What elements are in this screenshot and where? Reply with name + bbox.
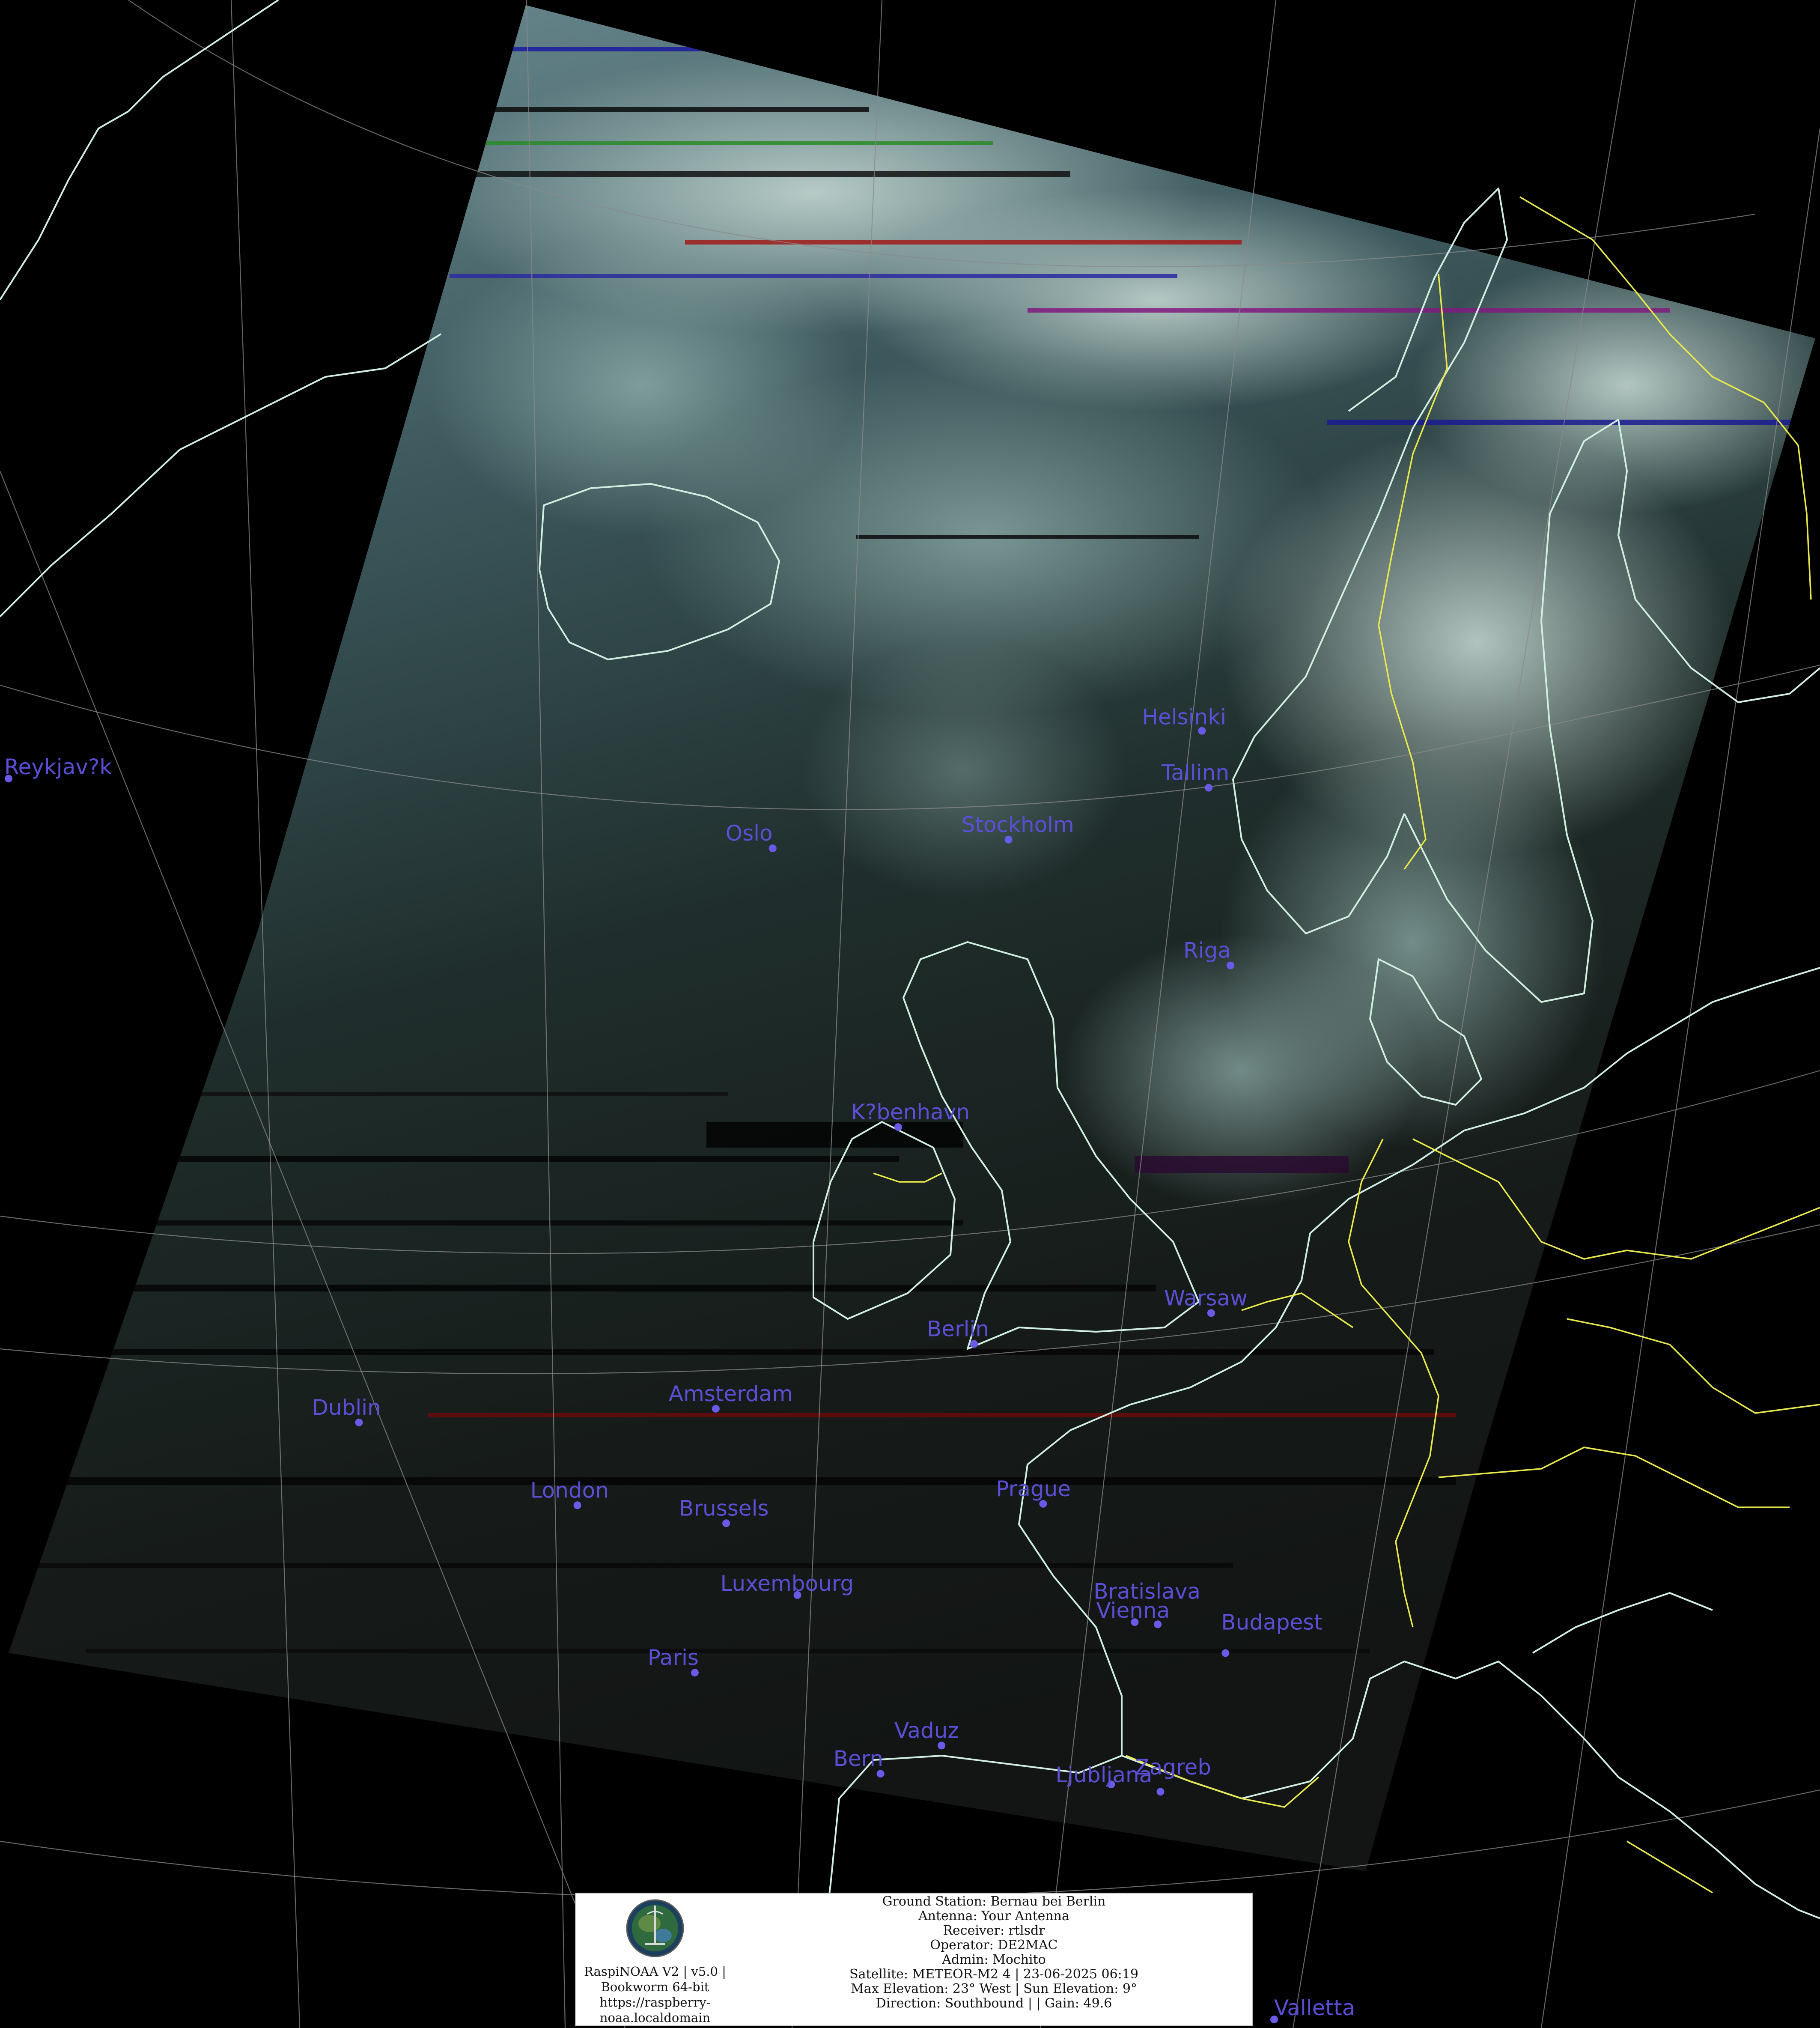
city-label: Budapest [1221,1610,1323,1634]
logo-line: noaa.localdomain [599,2010,711,2025]
logo-line: Bookworm 64-bit [601,1980,709,1994]
city-label: Dublin [312,1395,381,1420]
city-label: Riga [1183,938,1231,963]
city-label: K?benhavn [851,1100,970,1124]
city-label: Reykjav?k [4,755,112,779]
city-label: Prague [996,1476,1071,1501]
city-dot [1156,1788,1165,1796]
antenna-line: Antenna: Your Antenna [918,1909,1069,1924]
logo-line: RaspiNOAA V2 | v5.0 | [584,1964,726,1979]
city-label: Valletta [1274,1995,1355,2020]
station-details: Ground Station: Bernau bei Berlin Antenn… [734,1894,1254,2011]
city-label: Zagreb [1135,1755,1211,1780]
city-label: London [530,1478,609,1503]
city-label: Stockholm [962,812,1074,837]
logo-line: https://raspberry- [599,1995,711,2010]
raspinoaa-logo-block: RaspiNOAA V2 | v5.0 | Bookworm 64-bit ht… [576,1894,734,2027]
ground-station-line: Ground Station: Bernau bei Berlin [882,1894,1106,1909]
italy-coast [1532,1592,1820,1919]
raspinoaa-version-text: RaspiNOAA V2 | v5.0 | Bookworm 64-bit ht… [576,1964,734,2025]
city-label: Oslo [726,821,773,846]
satellite-swath [9,5,1815,1871]
city-label: Tallinn [1161,760,1229,785]
city-label: Warsaw [1164,1285,1248,1310]
city-label: Bern [834,1746,883,1771]
city-dot [1221,1649,1230,1657]
city-label: Berlin [927,1316,989,1341]
satellite-map: Reykjav?k Helsinki Tallinn Stockholm Oslo Rig… [0,0,1820,2028]
city-label: Brussels [679,1496,769,1521]
operator-line: Operator: DE2MAC [930,1938,1058,1953]
satellite-map-view: Reykjav?k Helsinki Tallinn Stockholm Oslo Rig… [0,0,1820,2028]
city-label: Vienna [1096,1598,1170,1623]
admin-line: Admin: Mochito [942,1952,1046,1967]
city-label: Vaduz [894,1718,959,1743]
direction-gain-line: Direction: Southbound | | Gain: 49.6 [876,1996,1112,2011]
greenland-coast [0,0,442,617]
city-label: Helsinki [1142,705,1226,730]
city-label: Luxembourg [721,1571,854,1596]
satellite-pass-line: Satellite: METEOR-M2 4 | 23-06-2025 06:1… [849,1967,1138,1982]
elevation-line: Max Elevation: 23° West | Sun Elevation:… [851,1981,1137,1996]
city-label: Amsterdam [669,1381,793,1406]
ground-station-info-panel: RaspiNOAA V2 | v5.0 | Bookworm 64-bit ht… [575,1893,1253,2026]
city-label: Paris [648,1645,699,1670]
globe-antenna-logo-icon [626,1899,684,1957]
receiver-line: Receiver: rtlsdr [943,1923,1045,1938]
